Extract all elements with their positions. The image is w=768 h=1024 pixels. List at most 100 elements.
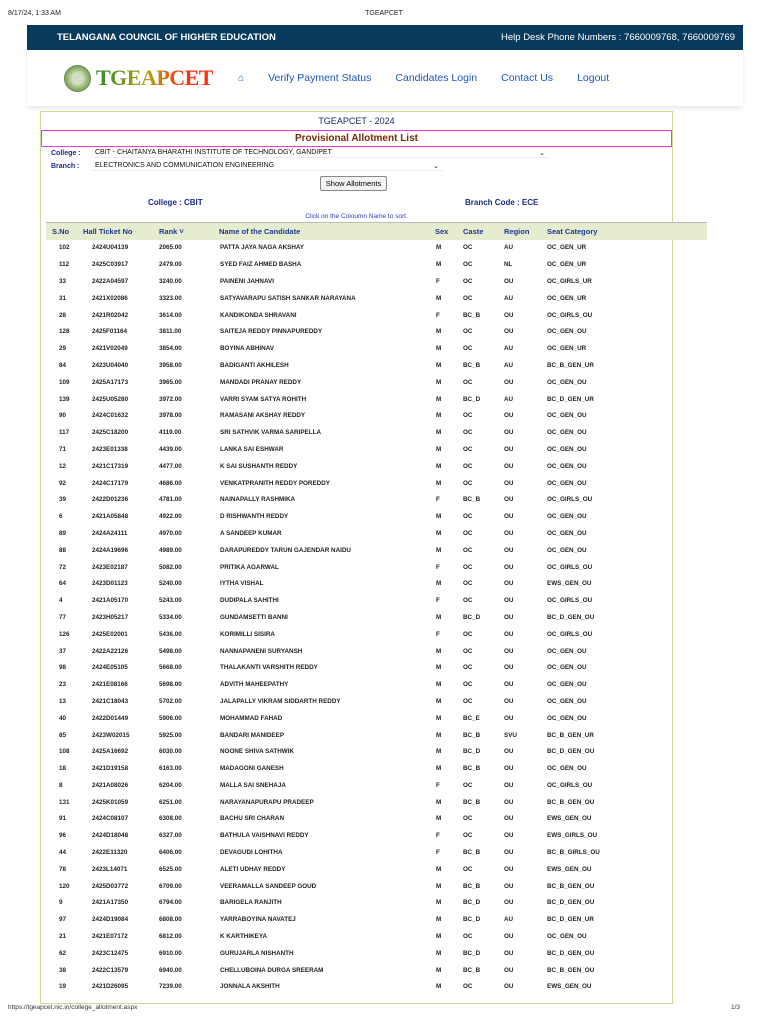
branch-select[interactable]: ELECTRONICS AND COMMUNICATION ENGINEERIN… bbox=[91, 162, 443, 171]
show-allotments-button[interactable]: Show Allotments bbox=[319, 176, 388, 191]
column-header-caste[interactable]: Caste bbox=[463, 222, 504, 240]
cell-seat-category: OC_GEN_OU bbox=[547, 429, 587, 437]
table-row: 88 2424A19696 4989.00 DARAPUREDDY TARUN GAJ… bbox=[46, 542, 707, 559]
cell-hall-ticket: 2424C01632 bbox=[92, 412, 129, 420]
cell-sex: F bbox=[436, 496, 440, 504]
cell-caste: OC bbox=[463, 647, 473, 655]
cell-candidate-name: K SAI SUSHANTH REDDY bbox=[220, 462, 298, 470]
cell-region: OU bbox=[504, 546, 514, 554]
cell-caste: OC bbox=[463, 630, 473, 638]
table-row: 21 2421E07172 6812.00 K KARTHIKEYA M OC OU OC_G… bbox=[46, 928, 707, 945]
cell-hall-ticket: 2421R02042 bbox=[92, 311, 129, 319]
cell-caste: BC_B bbox=[463, 966, 481, 974]
column-header-hall-ticket[interactable]: Hall Ticket No bbox=[83, 222, 159, 240]
cell-hall-ticket: 2423C12475 bbox=[92, 949, 129, 957]
cell-seat-category: BC_D_GEN_OU bbox=[547, 613, 595, 621]
cell-seat-category: OC_GIRLS_OU bbox=[547, 563, 593, 571]
cell-seat-category: EWS_GEN_OU bbox=[547, 983, 592, 991]
cell-hall-ticket: 2424D18048 bbox=[92, 832, 129, 840]
cell-sex: M bbox=[436, 261, 442, 269]
nav-candidates-login[interactable]: Candidates Login bbox=[395, 72, 477, 84]
cell-rank: 4686.00 bbox=[159, 479, 182, 487]
cell-hall-ticket: 2421A17350 bbox=[92, 899, 129, 907]
cell-sno: 112 bbox=[59, 261, 70, 269]
column-header-region[interactable]: Region bbox=[504, 222, 547, 240]
column-header-sno[interactable]: S.No bbox=[46, 222, 83, 240]
cell-region: OU bbox=[504, 597, 514, 605]
cell-rank: 3323.00 bbox=[159, 294, 182, 302]
cell-rank: 3614.00 bbox=[159, 311, 182, 319]
cell-caste: OC bbox=[463, 328, 473, 336]
logo[interactable]: TGEAPCET bbox=[64, 64, 214, 92]
cell-candidate-name: JALAPALLY VIKRAM SIDDARTH REDDY bbox=[220, 697, 341, 705]
cell-sex: M bbox=[436, 412, 442, 420]
cell-region: SVU bbox=[504, 731, 517, 739]
table-row: 120 2425D03772 6709.00 VEERAMALLA SANDEEP G… bbox=[46, 878, 707, 895]
cell-region: OU bbox=[504, 311, 514, 319]
table-row: 71 2423E01338 4439.00 LANKA SAI ESHWAR M OC OU… bbox=[46, 441, 707, 458]
cell-sno: 28 bbox=[59, 311, 67, 319]
cell-rank: 3240.00 bbox=[159, 277, 182, 285]
cell-rank: 4922.00 bbox=[159, 513, 182, 521]
cell-hall-ticket: 2424C17179 bbox=[92, 479, 129, 487]
cell-rank: 6940.00 bbox=[159, 966, 182, 974]
nav-contact-us[interactable]: Contact Us bbox=[501, 72, 553, 84]
cell-rank: 6808.00 bbox=[159, 916, 182, 924]
cell-hall-ticket: 2423L14071 bbox=[92, 865, 128, 873]
cell-caste: OC bbox=[463, 563, 473, 571]
cell-candidate-name: SAITEJA REDDY PINNAPUREDDY bbox=[220, 328, 323, 336]
cell-region: OU bbox=[504, 832, 514, 840]
cell-region: OU bbox=[504, 479, 514, 487]
cell-rank: 6525.00 bbox=[159, 865, 182, 873]
cell-caste: OC bbox=[463, 781, 473, 789]
cell-seat-category: OC_GEN_OU bbox=[547, 647, 587, 655]
cell-seat-category: OC_GIRLS_OU bbox=[547, 496, 593, 504]
cell-region: OU bbox=[504, 966, 514, 974]
cell-region: AU bbox=[504, 395, 514, 403]
cell-sno: 6 bbox=[59, 513, 63, 521]
cell-sex: M bbox=[436, 664, 442, 672]
cell-seat-category: OC_GEN_OU bbox=[547, 328, 587, 336]
cell-seat-category: BC_D_GEN_OU bbox=[547, 899, 595, 907]
cell-sno: 18 bbox=[59, 765, 67, 773]
cell-sex: M bbox=[436, 949, 442, 957]
cell-sex: M bbox=[436, 882, 442, 890]
nav-logout[interactable]: Logout bbox=[577, 72, 609, 84]
cell-sno: 85 bbox=[59, 731, 67, 739]
cell-hall-ticket: 2425A17173 bbox=[92, 378, 129, 386]
cell-candidate-name: PRITIKA AGARWAL bbox=[220, 563, 279, 571]
column-header-sex[interactable]: Sex bbox=[435, 222, 463, 240]
home-icon[interactable]: ⌂ bbox=[238, 73, 244, 84]
cell-hall-ticket: 2421X02086 bbox=[92, 294, 128, 302]
table-row: 85 2423W02015 5925.00 BANDARI MANIDEEP M BC_B… bbox=[46, 727, 707, 744]
cell-seat-category: BC_B_GEN_UR bbox=[547, 731, 594, 739]
cell-sex: M bbox=[436, 815, 442, 823]
column-header-seat-category[interactable]: Seat Category bbox=[547, 222, 707, 240]
college-select[interactable]: CBIT - CHAITANYA BHARATHI INSTITUTE OF T… bbox=[91, 149, 549, 158]
cell-candidate-name: ALETI UDHAY REDDY bbox=[220, 865, 286, 873]
cell-region: AU bbox=[504, 244, 514, 252]
cell-region: OU bbox=[504, 781, 514, 789]
cell-sno: 38 bbox=[59, 966, 67, 974]
cell-hall-ticket: 2424C08107 bbox=[92, 815, 129, 823]
cell-seat-category: BC_D_GEN_UR bbox=[547, 395, 594, 403]
cell-region: OU bbox=[504, 613, 514, 621]
college-selected: CBIT - CHAITANYA BHARATHI INSTITUTE OF T… bbox=[95, 149, 332, 156]
chevron-down-icon: ⌄ bbox=[433, 163, 439, 170]
column-header-candidate-name[interactable]: Name of the Candidate bbox=[219, 222, 435, 240]
cell-caste: OC bbox=[463, 983, 473, 991]
cell-hall-ticket: 2422D01236 bbox=[92, 496, 129, 504]
column-header-rank[interactable]: Rank ˅ bbox=[159, 222, 219, 240]
table-row: 8 2421A08026 6204.00 MALLA SAI SNEHAJA F OC OU… bbox=[46, 777, 707, 794]
cell-candidate-name: GURUJARLA NISHANTH bbox=[220, 949, 294, 957]
cell-caste: BC_B bbox=[463, 798, 481, 806]
cell-rank: 5334.00 bbox=[159, 613, 182, 621]
cell-sex: M bbox=[436, 378, 442, 386]
cell-hall-ticket: 2423H05217 bbox=[92, 613, 129, 621]
table-row: 102 2424U04139 2065.00 PATTA JAYA NAGA AKSH… bbox=[46, 240, 707, 257]
cell-sex: F bbox=[436, 277, 440, 285]
cell-sno: 91 bbox=[59, 815, 67, 823]
nav-verify-payment[interactable]: Verify Payment Status bbox=[268, 72, 371, 84]
cell-sex: M bbox=[436, 765, 442, 773]
cell-caste: BC_B bbox=[463, 882, 481, 890]
